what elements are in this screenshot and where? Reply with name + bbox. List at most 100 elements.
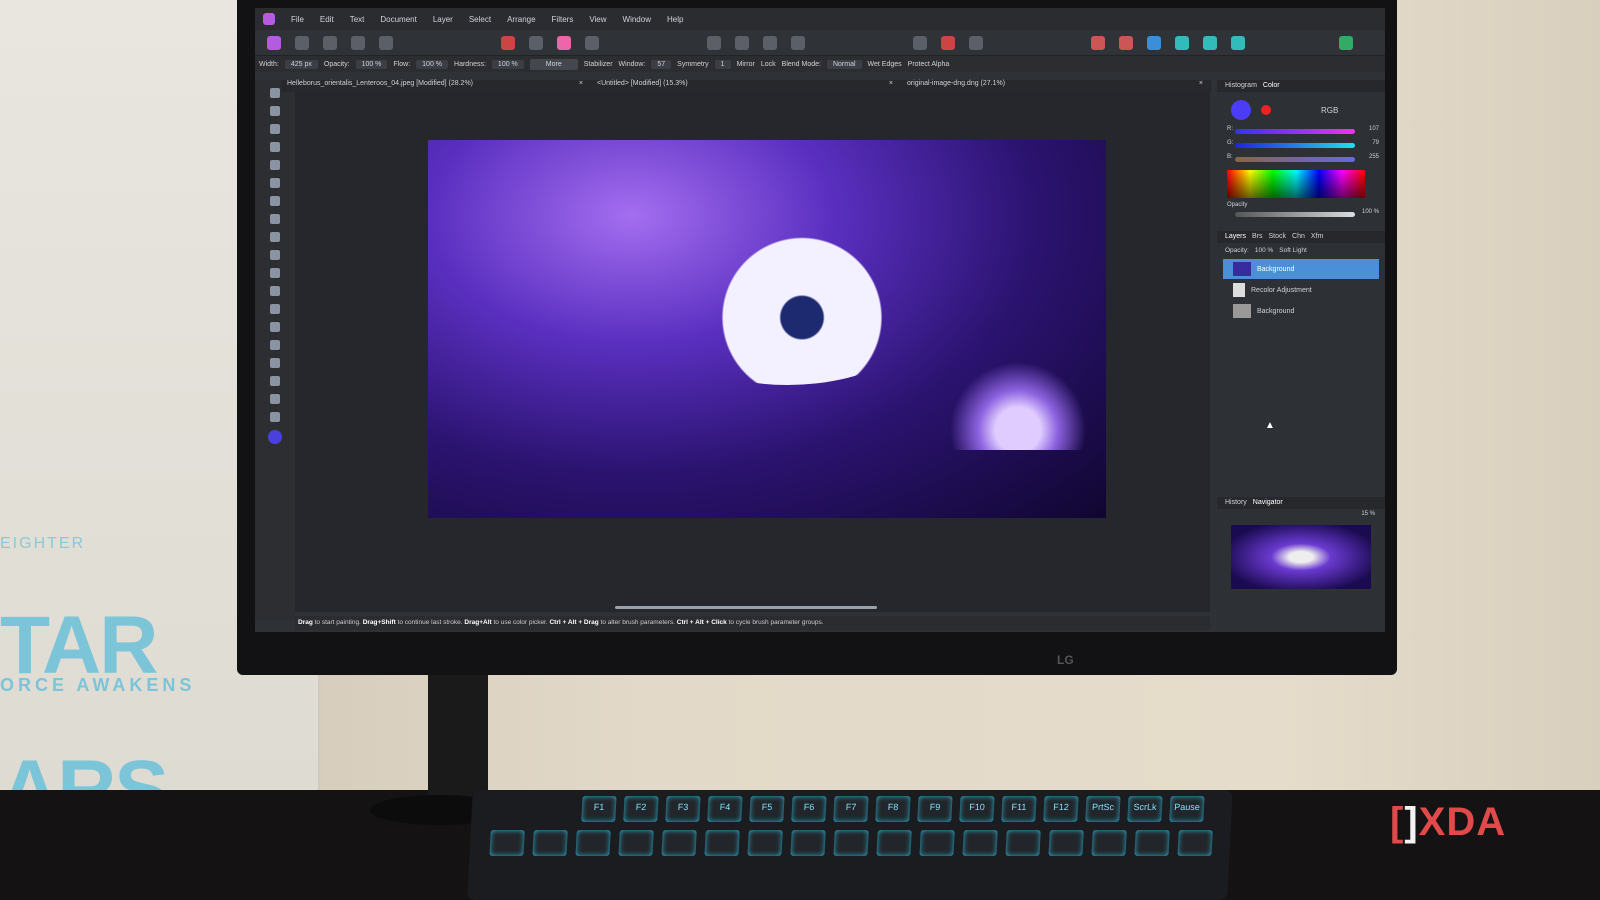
blur-tool-icon[interactable] — [270, 340, 280, 350]
flood-select-icon[interactable] — [270, 178, 280, 188]
dodge-tool-icon[interactable] — [270, 286, 280, 296]
layer-opacity-field[interactable]: 100 % — [1255, 247, 1273, 254]
menu-arrange[interactable]: Arrange — [507, 15, 535, 24]
tab-stock[interactable]: Stock — [1269, 233, 1287, 241]
layer-row[interactable]: Background — [1223, 259, 1379, 279]
protect-alpha-checkbox[interactable]: Protect Alpha — [908, 61, 950, 68]
levels-icon[interactable] — [501, 35, 515, 50]
flower-photo[interactable] — [428, 140, 1106, 518]
arrange-back-icon[interactable] — [1119, 35, 1133, 50]
deselect-icon[interactable] — [735, 35, 749, 50]
layer-row[interactable]: Background — [1223, 301, 1379, 321]
tab-brushes[interactable]: Brs — [1252, 233, 1263, 241]
opacity-value[interactable]: 100 % — [1362, 209, 1379, 215]
flow-field[interactable]: 100 % — [416, 59, 449, 69]
tone-mapping-persona-icon[interactable] — [351, 35, 365, 50]
g-value[interactable]: 79 — [1372, 140, 1379, 146]
horizontal-scrollbar[interactable] — [615, 606, 877, 609]
tab-untitled[interactable]: <Untitled> [Modified] (15.3%) × — [591, 80, 901, 92]
menu-layer[interactable]: Layer — [433, 15, 453, 24]
boolean-intersect-icon[interactable] — [1231, 35, 1245, 50]
snapping-icon[interactable] — [913, 35, 927, 50]
boolean-add-icon[interactable] — [1175, 35, 1189, 50]
layer-row[interactable]: Recolor Adjustment — [1223, 280, 1379, 300]
color-wheel-icon[interactable] — [557, 35, 571, 50]
green-slider[interactable]: G: 79 — [1227, 140, 1379, 148]
healing-brush-icon[interactable] — [270, 322, 280, 332]
erase-brush-icon[interactable] — [270, 268, 280, 278]
color-spectrum[interactable] — [1227, 170, 1365, 198]
flood-fill-icon[interactable] — [270, 214, 280, 224]
menu-document[interactable]: Document — [380, 15, 416, 24]
tab-helleborus[interactable]: Helleborus_orientalis_Lenteroos_04.jpeg … — [281, 80, 591, 92]
close-icon[interactable]: × — [579, 80, 583, 92]
menu-select[interactable]: Select — [469, 15, 491, 24]
menu-help[interactable]: Help — [667, 15, 683, 24]
marquee-tool-icon[interactable] — [270, 196, 280, 206]
auto-adjust-icon[interactable] — [585, 35, 599, 50]
mirror-checkbox[interactable]: Mirror — [737, 61, 755, 68]
menu-text[interactable]: Text — [350, 15, 365, 24]
quick-mask-icon[interactable] — [791, 35, 805, 50]
export-persona-icon[interactable] — [379, 35, 393, 50]
view-tool-icon[interactable] — [270, 88, 280, 98]
color-picker-tool-icon[interactable] — [270, 124, 280, 134]
opacity-field[interactable]: 100 % — [355, 59, 388, 69]
wet-edges-checkbox[interactable]: Wet Edges — [868, 61, 902, 68]
move-tool-icon[interactable] — [270, 106, 280, 116]
menu-view[interactable]: View — [589, 15, 606, 24]
tab-original-image[interactable]: original-image-dng.dng (27.1%) × — [901, 80, 1211, 92]
symmetry-field[interactable]: 1 — [714, 59, 731, 69]
tab-transform[interactable]: Xfm — [1311, 233, 1323, 241]
tab-channels[interactable]: Chn — [1292, 233, 1305, 241]
opacity-slider[interactable]: 100 % — [1235, 209, 1379, 217]
tab-navigator[interactable]: Navigator — [1253, 499, 1283, 507]
invert-selection-icon[interactable] — [763, 35, 777, 50]
hardness-field[interactable]: 100 % — [491, 59, 524, 69]
stabilizer-checkbox[interactable]: Stabilizer — [584, 61, 613, 68]
mask-icon[interactable] — [941, 35, 955, 50]
rectangle-tool-icon[interactable] — [270, 376, 280, 386]
align-icon[interactable] — [1147, 35, 1161, 50]
red-slider[interactable]: R: 107 — [1227, 126, 1379, 134]
color-picker-icon[interactable] — [1261, 105, 1271, 115]
menu-file[interactable]: File — [291, 15, 304, 24]
pixel-tool-icon[interactable] — [270, 250, 280, 260]
tab-histogram[interactable]: Histogram — [1225, 82, 1257, 90]
pen-tool-icon[interactable] — [270, 358, 280, 368]
photo-persona-icon[interactable] — [267, 35, 281, 50]
layer-blend-select[interactable]: Soft Light — [1279, 247, 1306, 254]
close-icon[interactable]: × — [889, 80, 893, 92]
arrange-icon[interactable] — [1091, 35, 1105, 50]
assistant-icon[interactable] — [969, 35, 983, 50]
liquify-persona-icon[interactable] — [295, 35, 309, 50]
develop-persona-icon[interactable] — [323, 35, 337, 50]
close-icon[interactable]: × — [1199, 80, 1203, 92]
width-field[interactable]: 425 px — [284, 59, 318, 69]
text-tool-icon[interactable] — [270, 394, 280, 404]
symmetry-checkbox[interactable]: Symmetry — [677, 61, 709, 68]
zoom-tool-icon[interactable] — [270, 412, 280, 422]
blue-slider[interactable]: B: 255 — [1227, 154, 1379, 162]
color-swatch-icon[interactable] — [268, 430, 282, 444]
canvas-area[interactable] — [295, 92, 1242, 612]
tab-history[interactable]: History — [1225, 499, 1247, 507]
clone-tool-icon[interactable] — [270, 304, 280, 314]
menu-filters[interactable]: Filters — [552, 15, 574, 24]
contrast-icon[interactable] — [529, 35, 543, 50]
boolean-subtract-icon[interactable] — [1203, 35, 1217, 50]
b-value[interactable]: 255 — [1369, 154, 1379, 160]
primary-color-swatch[interactable] — [1231, 100, 1251, 120]
more-button[interactable]: More — [529, 58, 578, 70]
crop-tool-icon[interactable] — [270, 142, 280, 152]
navigator-zoom[interactable]: 15 % — [1217, 509, 1385, 519]
paint-brush-icon[interactable] — [270, 232, 280, 242]
menu-edit[interactable]: Edit — [320, 15, 334, 24]
tab-color[interactable]: Color — [1263, 82, 1280, 90]
window-field[interactable]: 57 — [651, 59, 672, 69]
selection-icon[interactable] — [707, 35, 721, 50]
color-mode-select[interactable]: RGB — [1321, 106, 1338, 115]
tab-layers[interactable]: Layers — [1225, 233, 1246, 241]
menu-window[interactable]: Window — [623, 15, 651, 24]
lock-checkbox[interactable]: Lock — [761, 61, 776, 68]
